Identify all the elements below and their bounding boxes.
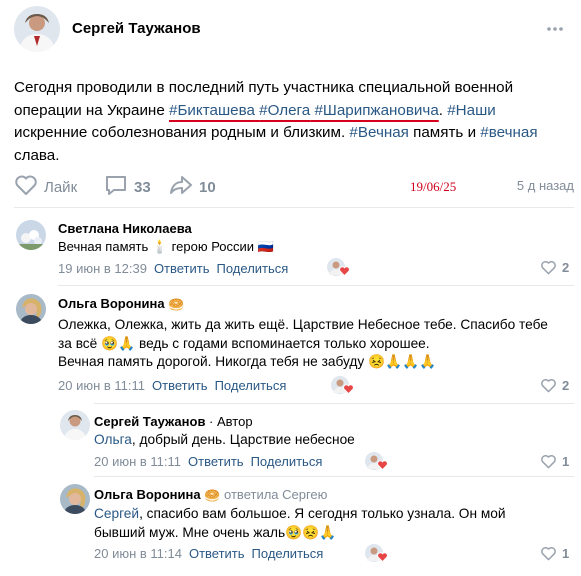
more-icon[interactable] [546, 26, 564, 32]
share-comment-button[interactable]: Поделиться [251, 454, 323, 469]
post-author-name[interactable]: Сергей Таужанов [72, 20, 201, 37]
heart-icon [541, 260, 556, 275]
heart-reaction-icon [377, 460, 388, 470]
post-text-part: память и [408, 124, 481, 142]
commenter-avatar[interactable] [16, 220, 46, 250]
comment-like-button[interactable]: 2 [540, 378, 569, 393]
hashtag-link[interactable]: #Наши [447, 102, 496, 119]
addressee-link[interactable]: Сергей [94, 506, 139, 521]
commenter-name[interactable]: Ольга Воронина 🥯 [58, 296, 184, 313]
heart-reaction-icon [343, 384, 354, 394]
comment-time[interactable]: 20 июн в 11:11 [58, 378, 145, 393]
comment-meta: 20 июн в 11:11 Ответить Поделиться [94, 454, 322, 469]
commenter-avatar[interactable] [60, 484, 90, 514]
reply-item: Ольга Воронина 🥯 ответила Сергею Сергей,… [60, 484, 576, 572]
post-text: Сегодня проводили в последний путь участ… [14, 77, 562, 168]
comment-text-line: Вечная память дорогой. Никогда тебя не з… [58, 354, 437, 369]
comment-text-part: , спасибо вам большое. Я сегодня только … [139, 506, 506, 521]
comment-meta: 20 июн в 11:14 Ответить Поделиться [94, 546, 323, 561]
comment-item: Ольга Воронина 🥯 Олежка, Олежка, жить да… [16, 294, 576, 399]
replied-to[interactable]: ответила Сергею [224, 487, 327, 502]
heart-reaction-icon [377, 552, 388, 562]
heart-icon [541, 454, 556, 469]
heart-icon [541, 378, 556, 393]
comment-text-line: Сергей, спасибо вам большое. Я сегодня т… [94, 505, 564, 524]
addressee-link[interactable]: Ольга [94, 432, 132, 447]
like-button[interactable]: Лайк [14, 174, 77, 200]
commenter-name-text: Ольга Воронина [94, 487, 201, 502]
comment-meta: 19 июн в 12:39 Ответить Поделиться [58, 261, 288, 276]
comment-time[interactable]: 20 июн в 11:14 [94, 546, 182, 561]
hashtag-link[interactable]: #Олега [259, 102, 310, 119]
divider [14, 207, 574, 208]
commenter-name[interactable]: Сергей Таужанов · Автор [94, 414, 253, 429]
hashtag-link[interactable]: #Вечная [349, 124, 409, 141]
commenter-avatar[interactable] [60, 410, 90, 440]
hashtag-link[interactable]: #Шарипжановича [314, 102, 438, 119]
comment-like-button[interactable]: 2 [540, 260, 569, 275]
reply-button[interactable]: Ответить [152, 378, 208, 393]
commenter-name[interactable]: Светлана Николаева [58, 221, 192, 236]
liker-avatar[interactable] [365, 452, 389, 472]
divider [94, 403, 574, 404]
comment-like-button[interactable]: 1 [540, 546, 569, 561]
hashtag-link[interactable]: #вечная [480, 124, 537, 141]
comments-count: 33 [134, 178, 151, 196]
comment-text-line: Олежка, Олежка, жить да жить ещё. Царств… [58, 317, 548, 332]
post-header: Сергей Таужанов [14, 6, 570, 52]
comment-time[interactable]: 20 июн в 11:11 [94, 454, 181, 469]
post-text-part: . [438, 101, 448, 119]
comment-text-part: , добрый день. Царствие небесное [131, 432, 355, 447]
post-time[interactable]: 5 д назад [517, 178, 574, 193]
hashtag-link[interactable]: #Бикташева [169, 102, 255, 119]
share-comment-button[interactable]: Поделиться [252, 546, 324, 561]
reply-item: Сергей Таужанов · Автор Ольга, добрый де… [60, 410, 576, 472]
commenter-avatar[interactable] [16, 294, 46, 324]
commenter-name-text: Сергей Таужанов [94, 414, 206, 429]
share-button[interactable]: 10 [169, 174, 216, 200]
comment-like-count: 2 [562, 260, 570, 275]
heart-icon [541, 546, 556, 561]
commenter-name-text: Ольга Воронина [58, 296, 165, 311]
comment-like-count: 1 [562, 546, 570, 561]
comment-time[interactable]: 19 июн в 12:39 [58, 261, 147, 276]
post-text-part: слава. [14, 147, 60, 165]
commenter-name[interactable]: Ольга Воронина 🥯 ответила Сергею [94, 487, 327, 504]
comment-item: Светлана Николаева Вечная память 🕯️ геро… [16, 220, 576, 280]
share-comment-button[interactable]: Поделиться [217, 261, 289, 276]
heart-icon [14, 174, 38, 200]
author-avatar[interactable] [14, 6, 60, 52]
share-comment-button[interactable]: Поделиться [215, 378, 287, 393]
comment-icon [104, 174, 128, 200]
share-icon [169, 174, 193, 200]
comment-like-count: 2 [562, 378, 570, 393]
handwritten-date: 19/06/25 [410, 179, 457, 194]
comment-text-line: за всё 🥹🙏 ведь с годами вспоминается тол… [58, 335, 430, 351]
heart-reaction-icon [339, 266, 350, 276]
liker-avatar[interactable] [331, 376, 355, 396]
comment-text: Олежка, Олежка, жить да жить ещё. Царств… [58, 316, 578, 372]
comment-like-button[interactable]: 1 [540, 454, 569, 469]
divider [58, 285, 574, 286]
comment-text: Сергей, спасибо вам большое. Я сегодня т… [94, 505, 564, 542]
comment-text-line: бывший муж. Мне очень жаль🥹😣🙏 [94, 524, 337, 540]
liker-avatar[interactable] [365, 544, 389, 564]
comment-text: Ольга, добрый день. Царствие небесное [94, 431, 355, 450]
profile-badge: 🥯 [168, 298, 185, 313]
profile-badge: 🥯 [204, 489, 221, 504]
like-label: Лайк [44, 178, 78, 196]
post-text-part: искренние соболезнования родным и близки… [14, 124, 350, 142]
comment-like-count: 1 [562, 454, 570, 469]
post-actions-bar: Лайк 33 10 19/06/25 5 д назад [14, 174, 574, 198]
comment-text: Вечная память 🕯️ герою России 🇷🇺 [58, 239, 274, 254]
divider [94, 476, 574, 477]
comments-button[interactable]: 33 [104, 174, 151, 200]
liker-avatar[interactable] [327, 258, 351, 278]
reply-button[interactable]: Ответить [189, 546, 245, 561]
shares-count: 10 [199, 178, 216, 196]
comment-meta: 20 июн в 11:11 Ответить Поделиться [58, 378, 286, 393]
reply-button[interactable]: Ответить [154, 261, 210, 276]
reply-button[interactable]: Ответить [188, 454, 244, 469]
author-tag: · Автор [205, 414, 253, 429]
